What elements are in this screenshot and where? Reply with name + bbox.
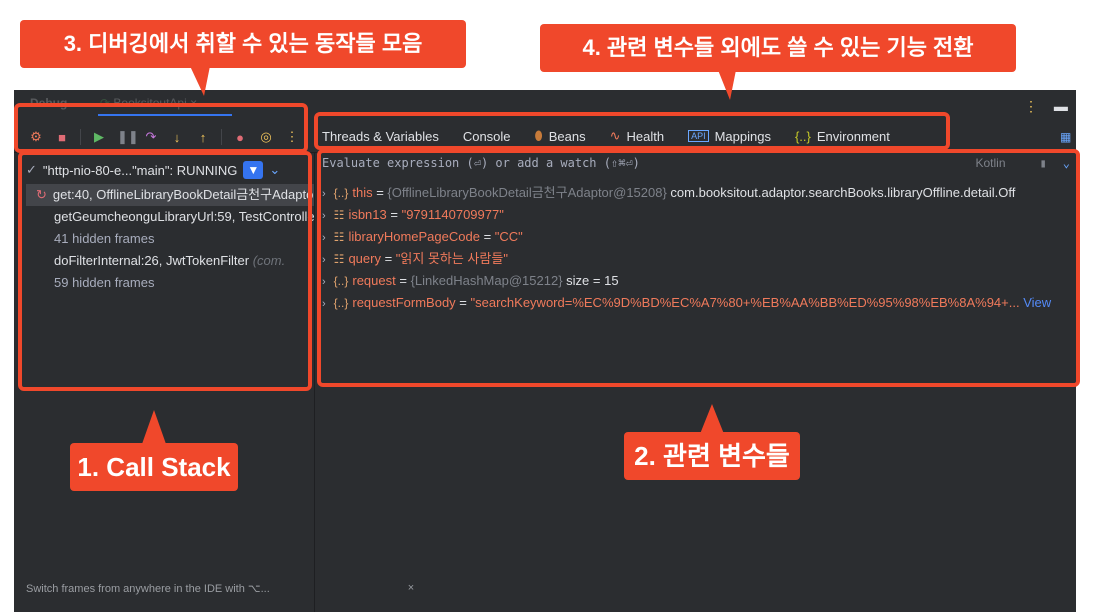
- annotation-pointer: [718, 70, 736, 100]
- status-hint: Switch frames from anywhere in the IDE w…: [26, 582, 415, 595]
- top-right-icons: ⋮ ▬: [1024, 98, 1068, 115]
- annotation-variables: 2. 관련 변수들: [624, 432, 800, 480]
- layout-icon[interactable]: ▦: [1060, 130, 1071, 144]
- annotation-pointer: [142, 410, 166, 444]
- annotation-actions: 3. 디버깅에서 취할 수 있는 동작들 모음: [20, 20, 466, 68]
- annotation-box-variables: [317, 149, 1080, 387]
- annotation-box-view-tabs: [314, 112, 950, 150]
- annotation-pointer: [190, 66, 210, 96]
- annotation-pointer: [700, 404, 724, 434]
- annotation-box-actions: [14, 103, 308, 153]
- annotation-call-stack: 1. Call Stack: [70, 443, 238, 491]
- annotation-other-vars: 4. 관련 변수들 외에도 쓸 수 있는 기능 전환: [540, 24, 1016, 72]
- pane-divider[interactable]: [314, 152, 315, 612]
- close-icon[interactable]: ×: [408, 582, 414, 595]
- more-options-icon[interactable]: ⋮: [1024, 98, 1038, 114]
- annotation-box-call-stack: [18, 151, 312, 391]
- minimize-icon[interactable]: ▬: [1054, 98, 1068, 114]
